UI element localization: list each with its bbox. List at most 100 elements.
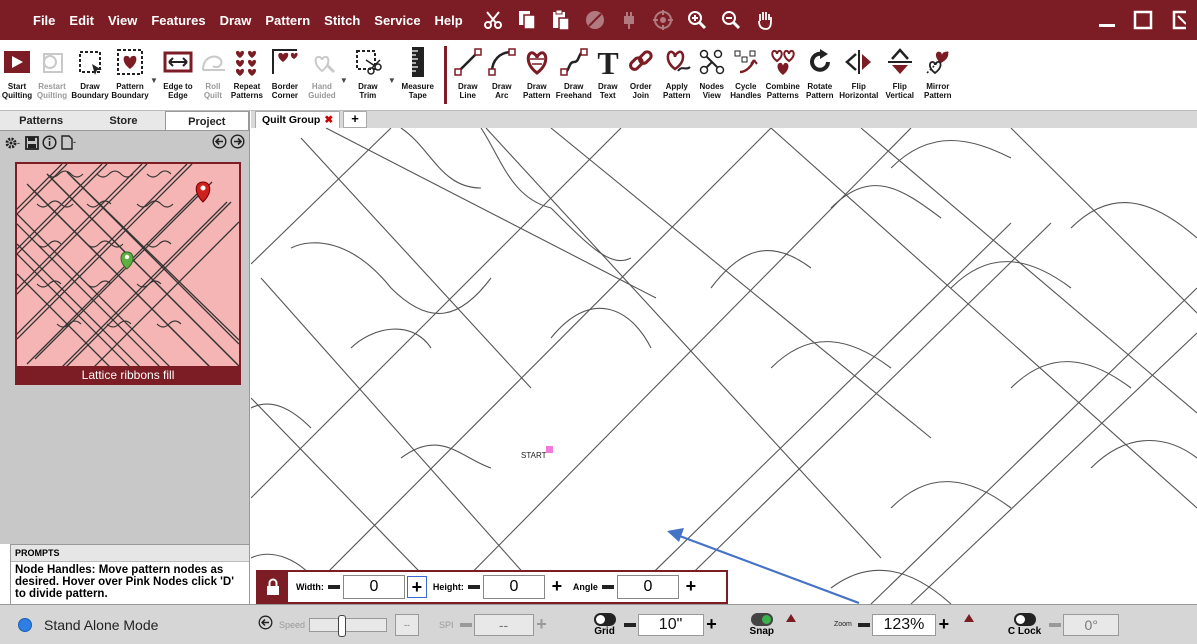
quilt-canvas[interactable]: START [251, 128, 1197, 604]
spi-decrement-button[interactable] [458, 615, 474, 635]
slider-thumb[interactable] [338, 614, 347, 637]
forward-arrow-icon[interactable] [230, 134, 245, 154]
pattern-boundary-button[interactable]: Pattern Boundary [110, 46, 150, 100]
draw-arc-button[interactable]: Draw Arc [485, 46, 519, 100]
roll-quilt-button[interactable]: Roll Quilt [198, 46, 228, 100]
start-quilting-button[interactable]: Start Quilting [0, 46, 34, 100]
angle-increment-button[interactable]: + [681, 576, 701, 598]
flip-horizontal-button[interactable]: Flip Horizontal [837, 46, 881, 100]
grid-increment-button[interactable]: + [704, 614, 720, 635]
menu-features[interactable]: Features [144, 13, 212, 28]
chevron-down-icon[interactable]: ▼ [388, 76, 396, 85]
width-increment-button[interactable]: + [406, 576, 427, 598]
tab-patterns[interactable]: Patterns [0, 111, 82, 130]
measure-tape-button[interactable]: Measure Tape [396, 46, 440, 100]
apply-pattern-button[interactable]: Apply Pattern [659, 46, 695, 100]
rotate-pattern-button[interactable]: Rotate Pattern [803, 46, 837, 100]
order-join-button[interactable]: Order Join [623, 46, 659, 100]
angle-decrement-button[interactable] [1047, 615, 1063, 635]
menu-draw[interactable]: Draw [213, 13, 259, 28]
zoom-in-icon[interactable] [680, 5, 714, 35]
close-tab-icon[interactable]: ✖ [324, 114, 333, 126]
chevron-down-icon[interactable]: ▼ [340, 76, 348, 85]
draw-trim-button[interactable]: Draw Trim [348, 46, 388, 100]
paste-icon[interactable] [544, 5, 578, 35]
close-icon[interactable] [1161, 0, 1197, 40]
width-decrement-button[interactable] [327, 578, 341, 596]
mirror-pattern-button[interactable]: Mirror Pattern [919, 46, 957, 100]
back-arrow-icon[interactable] [212, 134, 227, 154]
grid-decrement-button[interactable] [622, 615, 638, 635]
boundary-icon [74, 46, 106, 78]
copy-icon[interactable] [510, 5, 544, 35]
menu-stitch[interactable]: Stitch [317, 13, 367, 28]
zoom-options-triangle-icon[interactable] [963, 613, 974, 622]
cut-icon[interactable] [476, 5, 510, 35]
roll-quilt-icon [197, 46, 229, 78]
nodes-view-button[interactable]: Nodes View [695, 46, 729, 100]
rotate-pattern-icon [804, 46, 836, 78]
cycle-handles-button[interactable]: Cycle Handles [729, 46, 763, 100]
tool-label: Edge to Edge [163, 82, 193, 100]
mirror-pattern-icon [922, 46, 954, 78]
spi-increment-button[interactable]: + [534, 614, 550, 635]
angle-control: 0° [1047, 613, 1120, 636]
mode-label: Stand Alone Mode [44, 616, 159, 633]
draw-line-button[interactable]: Draw Line [451, 46, 485, 100]
save-icon[interactable] [25, 135, 39, 153]
width-input[interactable]: 0 [342, 575, 405, 599]
lock-button[interactable] [258, 572, 288, 602]
tab-project[interactable]: Project [164, 111, 249, 130]
maximize-icon[interactable] [1125, 0, 1161, 40]
zoom-value[interactable]: 123% [871, 613, 936, 636]
restart-quilting-button[interactable]: Restart Quilting [34, 46, 70, 100]
draw-freehand-button[interactable]: Draw Freehand [555, 46, 593, 100]
draw-trim-icon [352, 46, 384, 78]
angle-input[interactable]: 0 [616, 575, 679, 599]
zoom-out-icon[interactable] [714, 5, 748, 35]
snap-options-triangle-icon[interactable] [786, 613, 796, 622]
menu-service[interactable]: Service [367, 13, 427, 28]
tool-label: Restart Quilting [36, 82, 68, 100]
tab-store[interactable]: Store [82, 111, 164, 130]
snap-toggle[interactable]: Snap [750, 612, 774, 637]
height-input[interactable]: 0 [482, 575, 545, 599]
height-increment-button[interactable]: + [547, 576, 567, 598]
draw-text-button[interactable]: T Draw Text [593, 46, 623, 100]
border-corner-button[interactable]: Border Corner [266, 46, 304, 100]
draw-pattern-button[interactable]: Draw Pattern [519, 46, 555, 100]
height-decrement-button[interactable] [467, 578, 481, 596]
speed-slider[interactable] [309, 614, 388, 637]
combine-patterns-button[interactable]: Combine Patterns [763, 46, 803, 100]
gear-icon[interactable]: - [4, 135, 22, 154]
grid-size-value[interactable]: 10" [637, 613, 704, 636]
grid-toggle[interactable]: Grid [593, 612, 616, 637]
angle-decrement-button[interactable] [601, 578, 615, 596]
zoom-increment-button[interactable]: + [936, 614, 952, 635]
tab-quilt-group[interactable]: Quilt Group ✖ [255, 111, 341, 128]
start-label: START [521, 451, 547, 460]
back-circle-icon[interactable] [258, 615, 273, 635]
flip-vertical-button[interactable]: Flip Vertical [881, 46, 919, 100]
menu-pattern[interactable]: Pattern [258, 13, 317, 28]
minimize-icon[interactable] [1089, 0, 1125, 40]
zoom-decrement-button[interactable] [856, 615, 872, 635]
new-document-icon[interactable]: - [60, 135, 78, 153]
info-icon[interactable] [42, 135, 57, 153]
tool-label: Border Corner [271, 82, 299, 100]
menu-view[interactable]: View [101, 13, 144, 28]
pattern-thumbnail[interactable] [15, 162, 241, 384]
menu-help[interactable]: Help [428, 13, 470, 28]
chevron-down-icon[interactable]: ▼ [150, 76, 158, 85]
start-node-handle[interactable] [546, 446, 553, 453]
clock-lock-toggle[interactable]: C Lock [1008, 612, 1041, 637]
menu-file[interactable]: File [0, 13, 62, 28]
menu-edit[interactable]: Edit [62, 13, 101, 28]
draw-boundary-button[interactable]: Draw Boundary [70, 46, 110, 100]
edge-to-edge-button[interactable]: Edge to Edge [158, 46, 198, 100]
hand-guided-button[interactable]: Hand Guided [304, 46, 340, 100]
add-tab-button[interactable]: + [343, 111, 367, 128]
repeat-patterns-button[interactable]: Repeat Patterns [228, 46, 266, 100]
pan-hand-icon[interactable] [748, 5, 782, 35]
tool-label: Draw Arc [491, 82, 512, 100]
